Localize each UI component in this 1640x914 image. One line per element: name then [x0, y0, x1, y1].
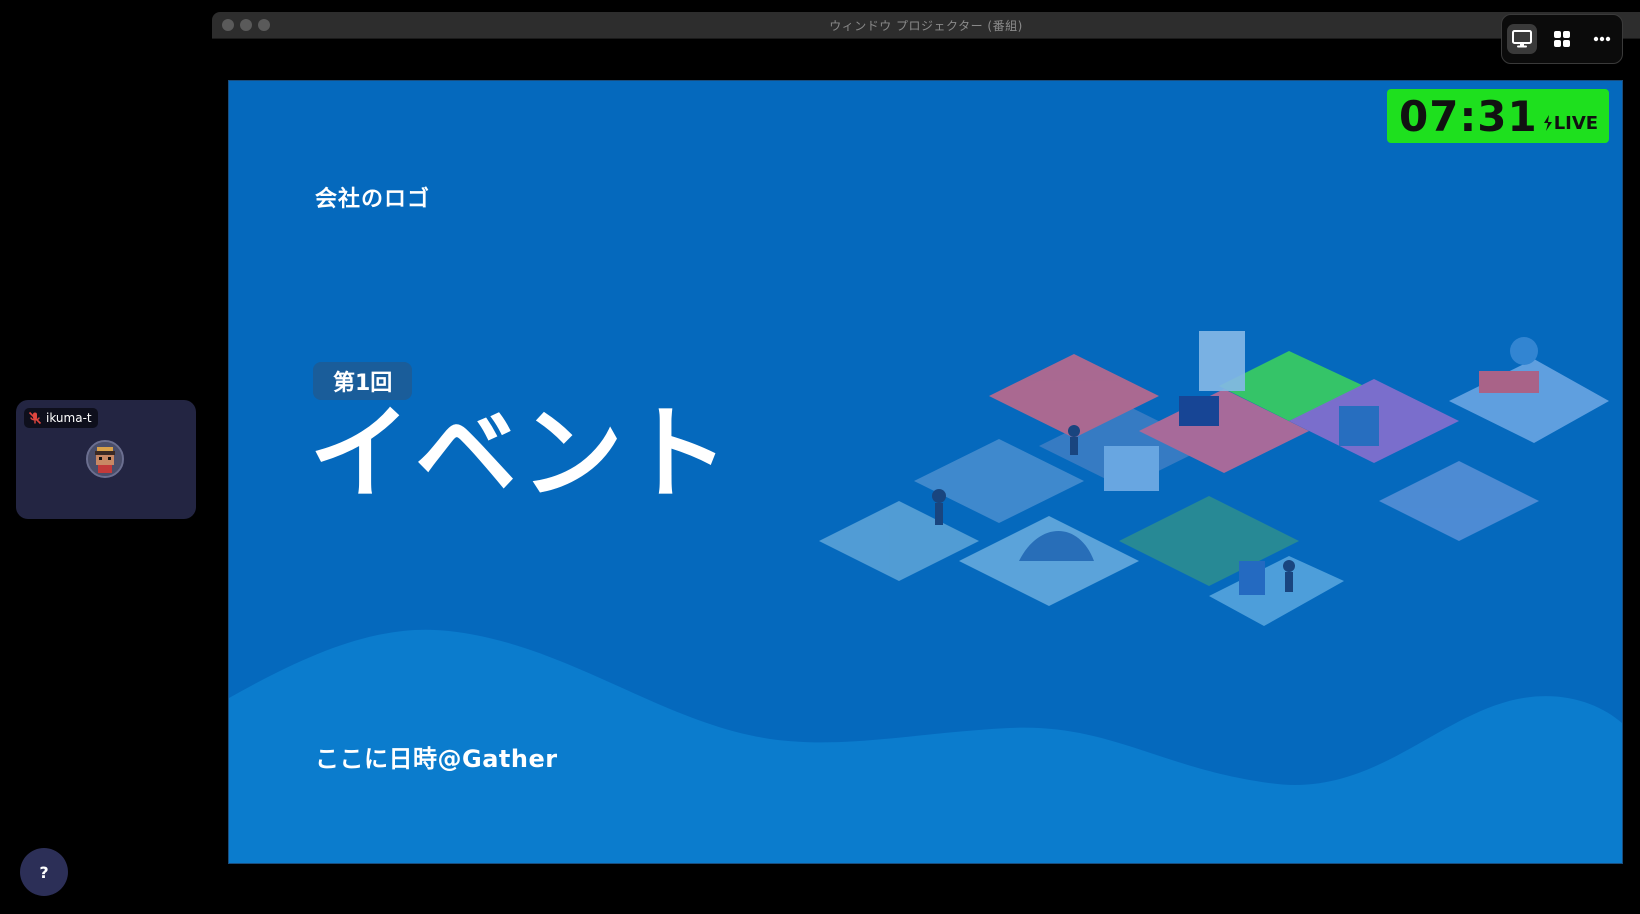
- participant-name-tag: ikuma-t: [24, 408, 98, 428]
- view-controls: [1501, 14, 1623, 64]
- grid-view-button[interactable]: [1547, 24, 1577, 54]
- company-logo-placeholder: 会社のロゴ: [315, 187, 431, 212]
- isometric-office-illustration: [819, 331, 1609, 626]
- participant-tile[interactable]: ikuma-t: [16, 400, 196, 519]
- microphone-muted-icon: [28, 411, 42, 425]
- live-indicator: LIVE: [1542, 113, 1598, 134]
- window-title: ウィンドウ プロジェクター (番組): [829, 19, 1023, 33]
- window-title-bar: ウィンドウ プロジェクター (番組): [212, 12, 1640, 39]
- help-button[interactable]: ?: [20, 848, 68, 896]
- grid-icon: [1554, 31, 1570, 47]
- more-options-button[interactable]: [1587, 24, 1617, 54]
- live-label: LIVE: [1553, 112, 1599, 134]
- timer-time: 07:31: [1399, 91, 1538, 141]
- live-arrow-icon: [1543, 115, 1552, 131]
- event-title: イベント: [309, 395, 733, 514]
- event-date-location: ここに日時@Gather: [315, 745, 558, 773]
- projected-slide: 会社のロゴ 第1回 イベント ここに日時@Gather 07:31 LIVE: [228, 80, 1623, 864]
- presentation-view-button[interactable]: [1507, 24, 1537, 54]
- participant-name: ikuma-t: [46, 411, 92, 425]
- monitor-icon: [1512, 30, 1532, 48]
- more-icon: [1593, 36, 1611, 42]
- pixel-avatar-icon: [88, 442, 122, 476]
- avatar: [86, 440, 124, 478]
- live-timer: 07:31 LIVE: [1387, 89, 1609, 143]
